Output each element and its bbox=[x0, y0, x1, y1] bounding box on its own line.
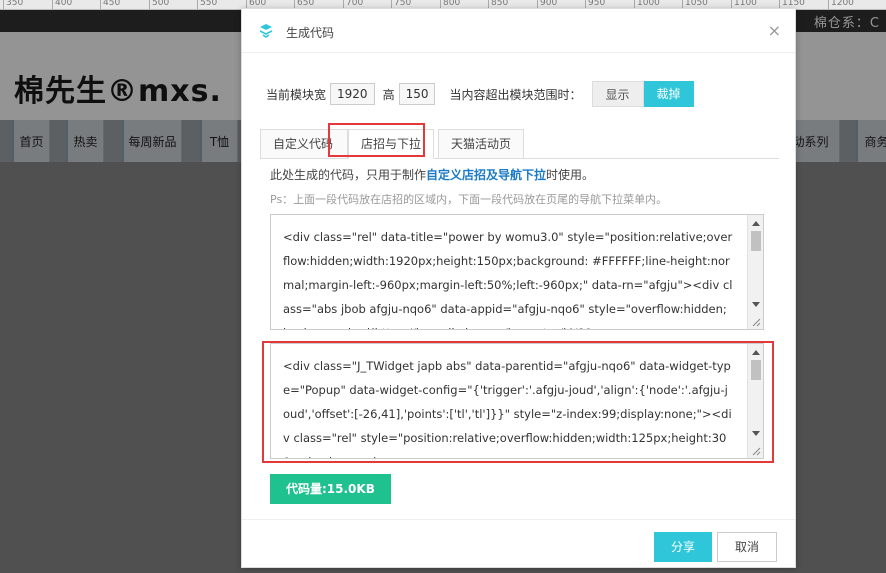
ruler-tick: 500 bbox=[149, 0, 169, 9]
dialog-title: 生成代码 bbox=[286, 26, 335, 40]
overflow-clip-button[interactable]: 裁掉 bbox=[643, 81, 694, 107]
close-icon[interactable]: × bbox=[768, 21, 781, 40]
overflow-show-button[interactable]: 显示 bbox=[591, 81, 644, 107]
ruler-tick: 350 bbox=[3, 0, 23, 9]
dialog-footer: 分享 取消 bbox=[242, 519, 795, 569]
dialog-header: 生成代码 × bbox=[242, 9, 795, 53]
code-size-badge: 代码量:15.0KB bbox=[270, 474, 391, 504]
generate-code-dialog: 生成代码 × 当前模块宽 1920 高 150 当内容超出模块范围时： 显示 裁… bbox=[241, 8, 796, 568]
scroll-down-icon[interactable] bbox=[752, 302, 760, 307]
module-settings-row: 当前模块宽 1920 高 150 当内容超出模块范围时： 显示 裁掉 bbox=[266, 81, 694, 107]
resize-grip-icon[interactable] bbox=[751, 317, 761, 327]
header-code-textarea[interactable]: <div class="rel" data-title="power by wo… bbox=[270, 214, 764, 330]
module-width-field[interactable]: 1920 bbox=[330, 83, 375, 105]
highlight-tab-box bbox=[328, 123, 425, 157]
scroll-up-icon[interactable] bbox=[752, 221, 760, 226]
module-height-field[interactable]: 150 bbox=[398, 83, 436, 105]
code-gen-icon bbox=[259, 24, 273, 38]
cancel-button[interactable]: 取消 bbox=[717, 532, 777, 562]
description-text: 此处生成的代码，只用于制作自定义店招及导航下拉时使用。 bbox=[270, 168, 595, 182]
overflow-toggle: 显示 裁掉 bbox=[591, 81, 694, 107]
tab-tmall-event[interactable]: 天猫活动页 bbox=[438, 129, 524, 159]
overflow-label: 当内容超出模块范围时： bbox=[449, 87, 582, 102]
description-highlight: 自定义店招及导航下拉 bbox=[426, 168, 547, 182]
ruler-tick: 1200 bbox=[828, 0, 854, 9]
module-width-label: 当前模块宽 bbox=[266, 87, 327, 102]
ps-note: Ps：上面一段代码放在店招的区域内，下面一段代码放在页尾的导航下拉菜单内。 bbox=[270, 193, 668, 206]
highlight-code-box bbox=[262, 341, 774, 463]
scrollbar[interactable] bbox=[747, 215, 763, 329]
scroll-thumb[interactable] bbox=[751, 231, 761, 251]
module-height-label: 高 bbox=[382, 87, 395, 102]
ruler-tick: 550 bbox=[197, 0, 217, 9]
ruler-tick: 400 bbox=[52, 0, 72, 9]
ruler-tick: 450 bbox=[100, 0, 120, 9]
header-code-text: <div class="rel" data-title="power by wo… bbox=[283, 230, 733, 329]
share-button[interactable]: 分享 bbox=[654, 532, 712, 562]
